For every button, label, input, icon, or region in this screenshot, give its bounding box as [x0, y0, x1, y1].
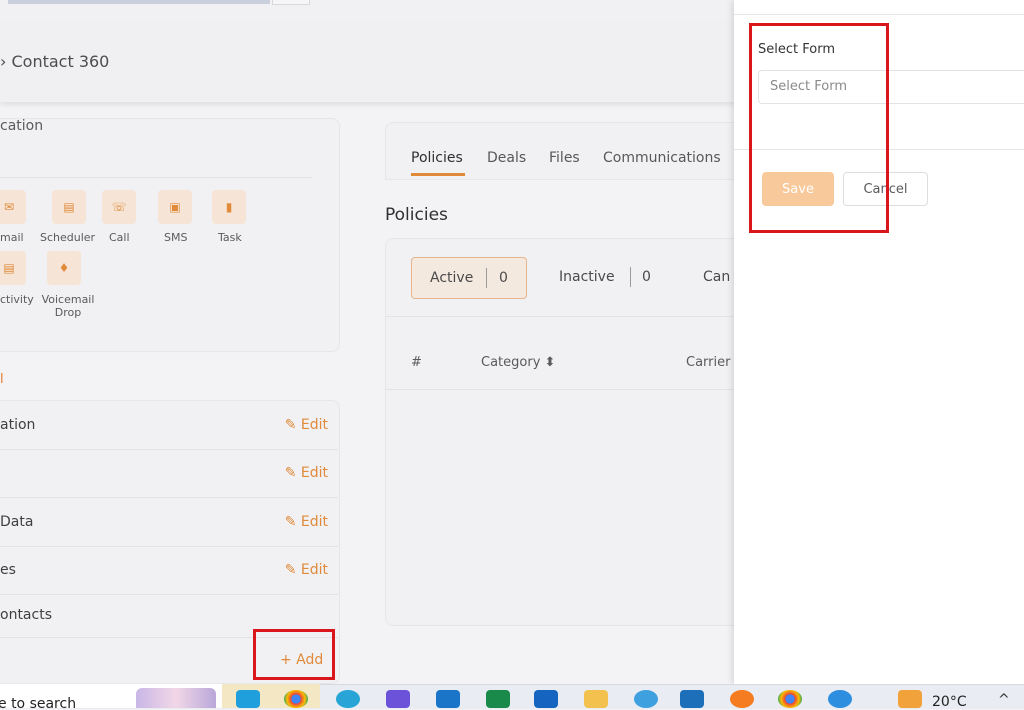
action-voicemail-drop-label: Voicemail Drop [41, 293, 95, 319]
spreadsheet-icon[interactable] [486, 690, 510, 708]
weather-icon[interactable] [898, 690, 922, 708]
phone-icon: ☏ [102, 190, 136, 224]
edit-label: Edit [300, 465, 328, 481]
microphone-icon: ♦ [47, 251, 81, 285]
filter-cancelled[interactable]: Can [690, 257, 734, 297]
action-task-label: Task [218, 231, 242, 244]
action-email[interactable]: ✉ [0, 190, 26, 224]
action-email-label: mail [0, 231, 24, 244]
table-header-top-border [385, 316, 745, 317]
divider [486, 268, 487, 288]
highlight-box-form [749, 23, 889, 233]
task-icon: ▮ [212, 190, 246, 224]
copilot-icon[interactable] [386, 690, 410, 708]
edit-button[interactable]: ✎ Edit [285, 562, 328, 578]
filter-active-count: 0 [499, 270, 508, 286]
edit-button[interactable]: ✎ Edit [285, 417, 328, 433]
remote-desktop-icon[interactable] [680, 690, 704, 708]
section-row: es ✎ Edit [0, 546, 338, 595]
filter-cancelled-label: Can [703, 269, 731, 285]
tab-deals[interactable]: Deals [487, 150, 526, 166]
column-header-category[interactable]: Category ⬍ [481, 355, 555, 370]
edit-label: Edit [300, 514, 328, 530]
action-voicemail-drop[interactable]: ♦ [47, 251, 81, 285]
policies-title: Policies [385, 205, 448, 225]
table-header-bottom-border [385, 389, 745, 390]
action-sms-label: SMS [164, 231, 188, 244]
edit-label: Edit [300, 417, 328, 433]
filter-inactive-label: Inactive [559, 269, 615, 285]
chrome-icon[interactable] [284, 690, 308, 708]
action-scheduler-label: Scheduler [40, 231, 96, 244]
action-scheduler[interactable]: ▤ [52, 190, 86, 224]
column-header-number: # [411, 355, 422, 370]
edit-button[interactable]: ✎ Edit [285, 514, 328, 530]
section-row-label: es [0, 562, 16, 578]
global-search-input[interactable] [8, 0, 270, 4]
action-call[interactable]: ☏ [102, 190, 136, 224]
folder-icon[interactable] [584, 690, 608, 708]
tab-communications[interactable]: Communications [603, 150, 721, 166]
search-highlight-image [136, 688, 216, 708]
section-row: Data ✎ Edit [0, 498, 338, 547]
divider [0, 177, 312, 178]
skype-icon[interactable] [236, 690, 260, 708]
section-row-label: ontacts [0, 607, 52, 623]
filter-active-label: Active [430, 270, 474, 286]
edit-label: Edit [300, 562, 328, 578]
action-call-label: Call [109, 231, 130, 244]
settings-icon[interactable] [828, 690, 852, 708]
email-icon: ✉ [0, 190, 26, 224]
firefox-icon[interactable] [730, 690, 754, 708]
communication-title: cation [0, 118, 44, 134]
internet-explorer-icon[interactable] [634, 690, 658, 708]
section-row-label: Data [0, 514, 34, 530]
global-search-button[interactable] [272, 0, 310, 5]
page-header [0, 22, 740, 102]
edge-icon[interactable] [336, 690, 360, 708]
store-icon[interactable] [436, 690, 460, 708]
filter-active[interactable]: Active 0 [411, 257, 527, 299]
action-sms[interactable]: ▣ [158, 190, 192, 224]
activity-icon: ▤ [0, 251, 26, 285]
section-row-label: ation [0, 417, 36, 433]
taskbar-search-text: e to search [0, 696, 77, 708]
action-activity-label: ctivity [0, 293, 34, 306]
highlight-box-add [253, 629, 335, 680]
divider [734, 14, 1024, 15]
chrome-icon[interactable] [778, 690, 802, 708]
chevron-up-icon[interactable]: ^ [998, 692, 1010, 708]
filter-inactive[interactable]: Inactive 0 [545, 257, 665, 297]
column-header-carrier[interactable]: Carrier [686, 355, 730, 370]
action-activity[interactable]: ▤ [0, 251, 26, 285]
section-marker: l [0, 372, 4, 387]
section-row: ation ✎ Edit [0, 401, 338, 450]
tab-policies[interactable]: Policies [411, 150, 463, 166]
filter-inactive-count: 0 [642, 269, 651, 285]
section-row: ✎ Edit [0, 449, 338, 498]
active-tab-indicator [411, 173, 465, 176]
action-task[interactable]: ▮ [212, 190, 246, 224]
calendar-icon: ▤ [52, 190, 86, 224]
sms-icon: ▣ [158, 190, 192, 224]
divider [630, 267, 631, 287]
tab-files[interactable]: Files [549, 150, 580, 166]
edit-button[interactable]: ✎ Edit [285, 465, 328, 481]
breadcrumb: › Contact 360 [0, 52, 110, 71]
mail-icon[interactable] [534, 690, 558, 708]
